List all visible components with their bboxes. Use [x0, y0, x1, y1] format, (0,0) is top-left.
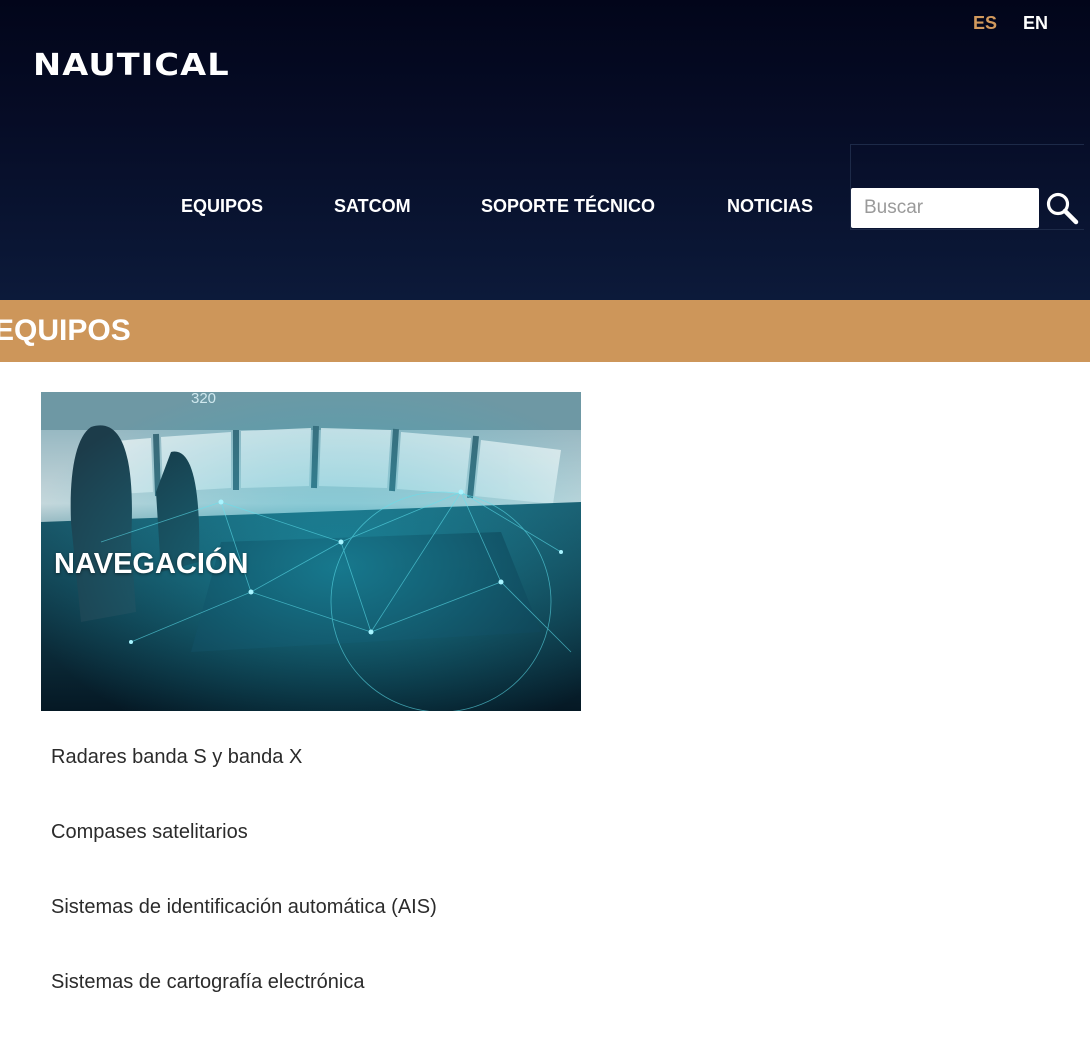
section-title: EQUIPOS [0, 314, 131, 347]
list-item[interactable]: Sistemas de cartografía electrónica [51, 970, 437, 1045]
site-header: ES EN NAUTICAL EQUIPOS SATCOM SOPORTE TÉ… [0, 0, 1090, 300]
search-icon[interactable] [1044, 190, 1080, 226]
product-list: Radares banda S y banda X Compases satel… [51, 745, 437, 1045]
category-title: NAVEGACIÓN [54, 548, 249, 580]
nav-item-equipos[interactable]: EQUIPOS [181, 196, 263, 217]
language-es[interactable]: ES [973, 13, 997, 34]
nav-item-noticias[interactable]: NOTICIAS [727, 196, 813, 217]
nav-item-soporte-tecnico[interactable]: SOPORTE TÉCNICO [481, 196, 655, 217]
image-overlay-readout: 320 [191, 392, 216, 407]
site-logo[interactable]: NAUTICAL [33, 48, 230, 84]
search-input[interactable] [851, 188, 1039, 228]
list-item[interactable]: Compases satelitarios [51, 820, 437, 895]
list-item[interactable]: Sistemas de identificación automática (A… [51, 895, 437, 970]
list-item[interactable]: Radares banda S y banda X [51, 745, 437, 820]
language-en[interactable]: EN [1023, 13, 1048, 34]
section-header-bar: EQUIPOS [0, 300, 1090, 362]
navegacion-category-image[interactable]: 320 NAVEGACIÓN [41, 392, 581, 711]
nav-item-satcom[interactable]: SATCOM [334, 196, 411, 217]
